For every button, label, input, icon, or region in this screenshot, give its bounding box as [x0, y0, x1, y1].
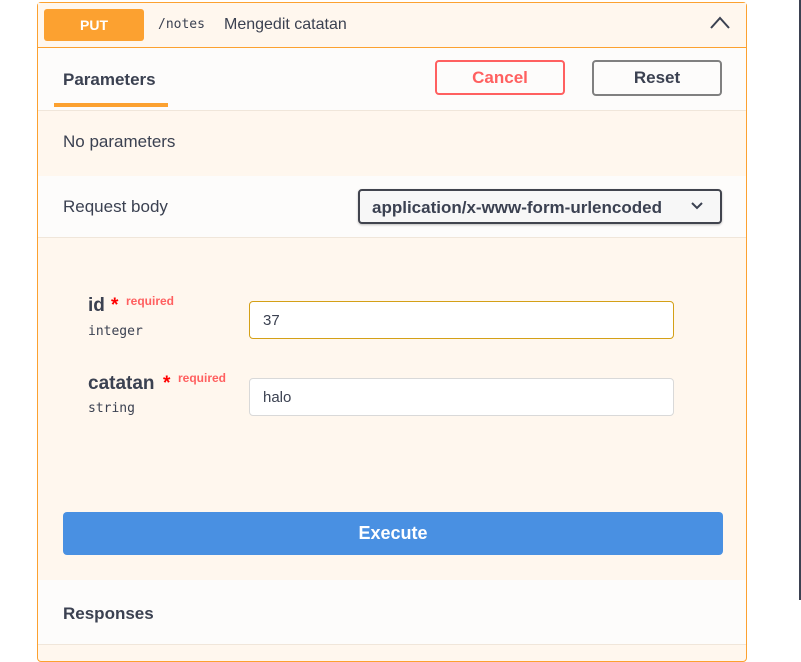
- catatan-input[interactable]: [249, 378, 674, 416]
- parameters-header: Parameters Cancel Reset: [38, 48, 746, 111]
- operation-description: Mengedit catatan: [224, 16, 347, 33]
- execute-button[interactable]: Execute: [63, 512, 723, 555]
- request-body-header: Request body application/x-www-form-urle…: [38, 176, 746, 238]
- param-name-catatan: catatan: [88, 373, 155, 394]
- request-body-label: Request body: [63, 197, 168, 216]
- content-type-select[interactable]: application/x-www-form-urlencoded: [358, 189, 722, 224]
- content-type-value: application/x-www-form-urlencoded: [372, 198, 662, 217]
- responses-section: Responses: [38, 580, 746, 645]
- method-badge: PUT: [44, 9, 144, 41]
- chevron-down-icon: [691, 202, 703, 210]
- chevron-up-icon[interactable]: [709, 15, 731, 31]
- tab-parameters[interactable]: Parameters: [63, 70, 156, 90]
- required-label: required: [178, 371, 227, 385]
- operation-path: /notes: [158, 17, 205, 32]
- active-tab-indicator: [54, 103, 168, 107]
- required-star: *: [163, 373, 171, 394]
- param-name-id: id: [88, 295, 105, 316]
- operation-block-put-notes: PUT /notes Mengedit catatan Parameters C…: [37, 2, 747, 662]
- param-type-catatan: string: [88, 401, 135, 416]
- required-label: required: [126, 294, 175, 308]
- responses-heading: Responses: [63, 604, 154, 623]
- id-input[interactable]: [249, 301, 674, 339]
- param-type-id: integer: [88, 324, 143, 339]
- reset-button[interactable]: Reset: [592, 60, 722, 96]
- operation-summary[interactable]: PUT /notes Mengedit catatan: [38, 3, 746, 48]
- parameters-section: No parameters: [38, 111, 746, 176]
- cancel-button[interactable]: Cancel: [435, 60, 565, 95]
- required-star: *: [111, 295, 119, 316]
- no-parameters-text: No parameters: [63, 132, 176, 151]
